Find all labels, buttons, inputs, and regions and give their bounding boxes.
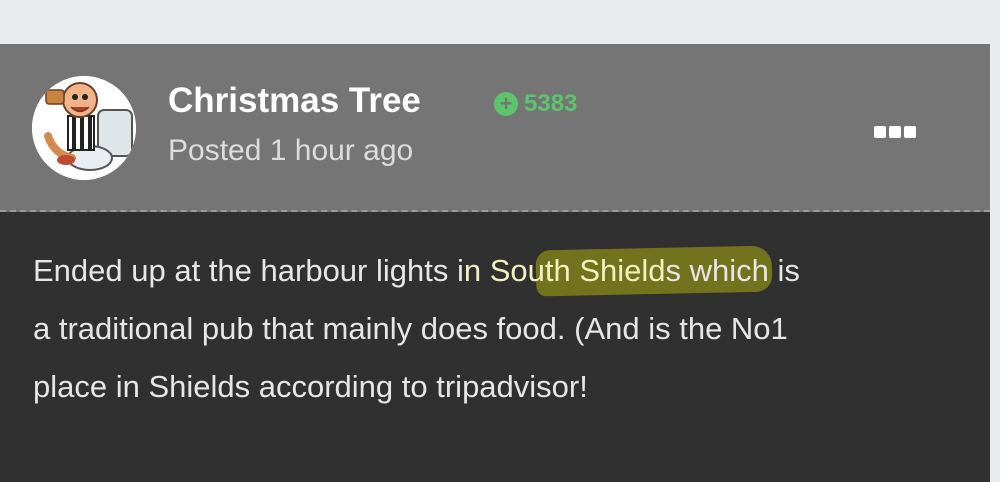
more-options-icon[interactable] — [874, 124, 918, 140]
highlighted-text: n South Shield — [463, 253, 666, 288]
post-content: Ended up at the harbour lights in South … — [33, 242, 963, 416]
plus-circle-icon: + — [494, 92, 518, 116]
reputation-badge: + 5383 — [494, 90, 577, 118]
avatar[interactable] — [32, 76, 136, 180]
post-timestamp: Posted 1 hour ago — [168, 134, 414, 167]
avatar-cartoon-icon — [32, 76, 136, 180]
content-line-2: a traditional pub that mainly does food.… — [33, 311, 788, 346]
content-line-1: Ended up at the harbour lights in South … — [33, 253, 800, 288]
author-name[interactable]: Christmas Tree — [168, 80, 421, 122]
post-header: Christmas Tree + 5383 Posted 1 hour ago — [0, 44, 990, 212]
content-line-3: place in Shields according to tripadviso… — [33, 369, 588, 404]
forum-post: Christmas Tree + 5383 Posted 1 hour ago … — [0, 44, 990, 482]
reputation-count: 5383 — [524, 90, 578, 117]
